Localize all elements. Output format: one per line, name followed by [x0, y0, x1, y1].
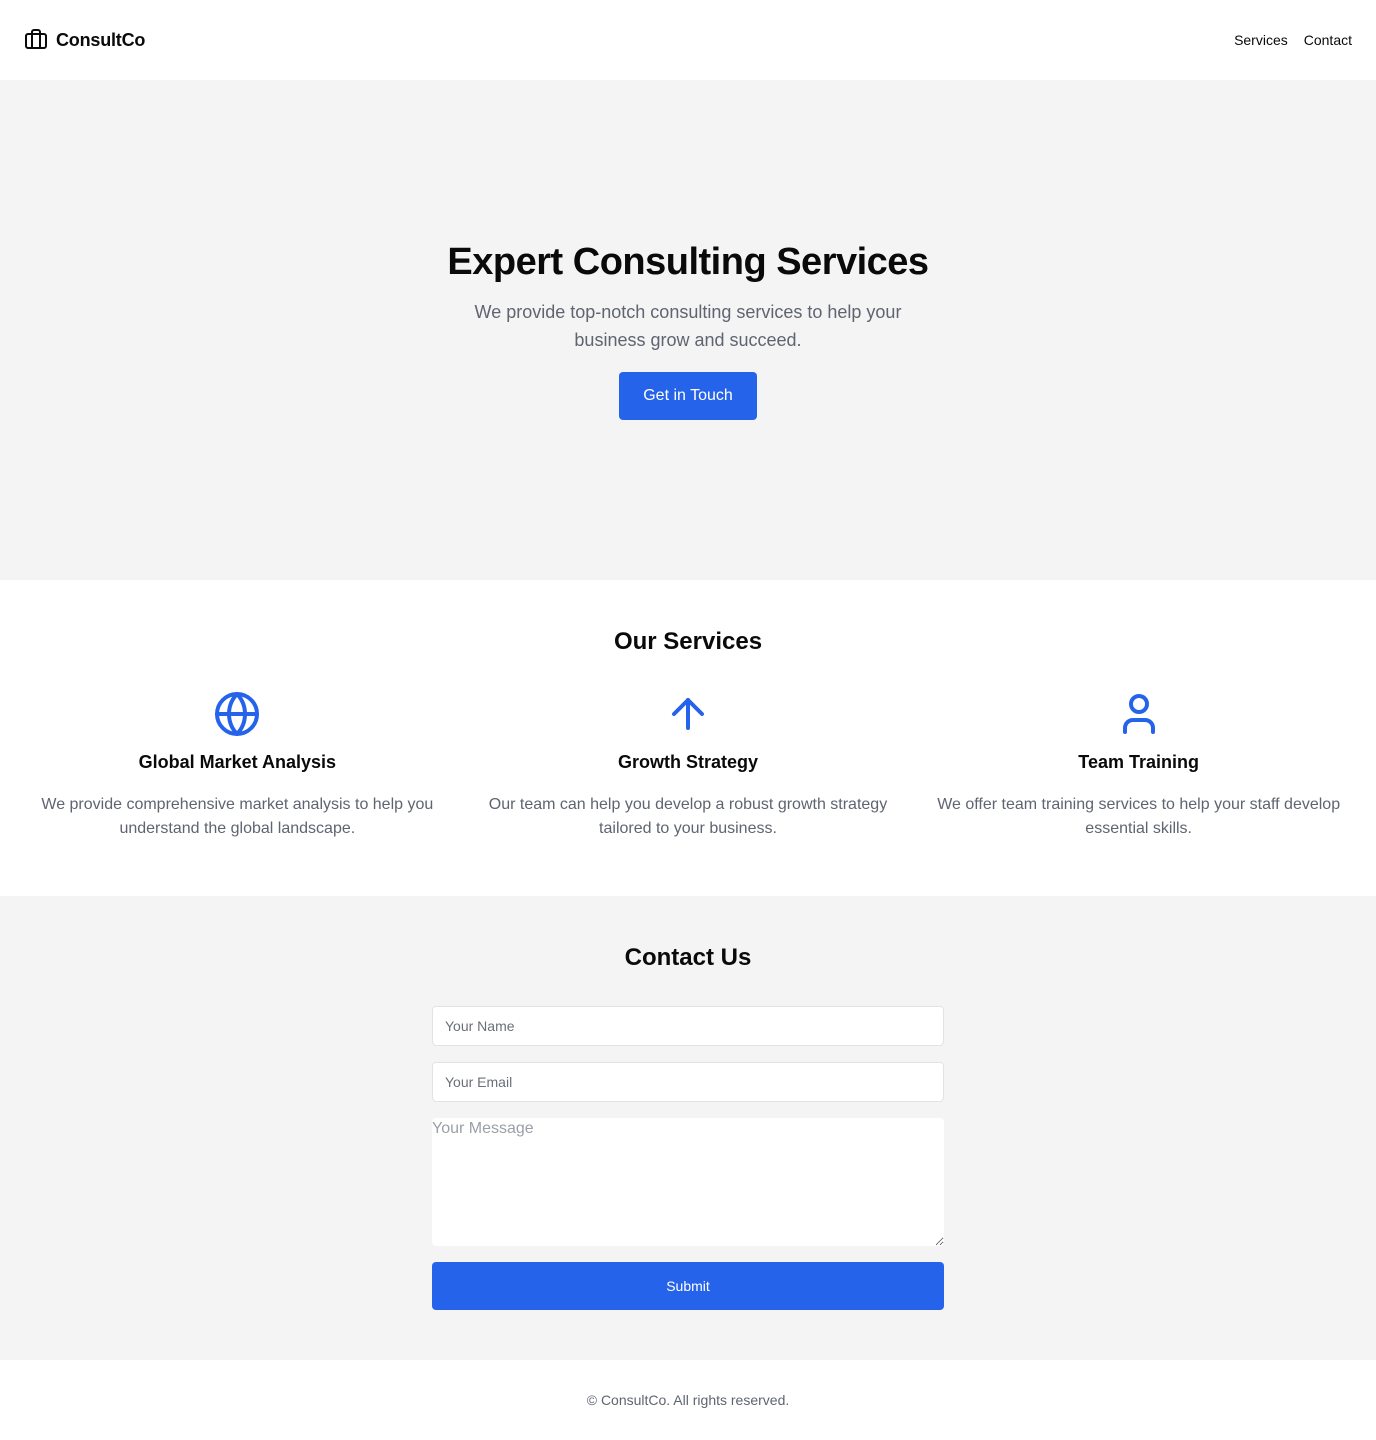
hero-section: Expert Consulting Services We provide to…: [0, 80, 1376, 580]
service-card-growth-strategy: Growth Strategy Our team can help you de…: [475, 690, 902, 841]
name-input[interactable]: [432, 1006, 944, 1046]
email-input[interactable]: [432, 1062, 944, 1102]
user-icon: [1115, 690, 1163, 738]
briefcase-icon: [24, 28, 48, 52]
site-footer: © ConsultCo. All rights reserved.: [0, 1360, 1376, 1440]
service-title: Growth Strategy: [617, 752, 758, 772]
services-title: Our Services: [613, 628, 763, 655]
service-title: Team Training: [1078, 752, 1199, 772]
get-in-touch-button[interactable]: Get in Touch: [619, 371, 757, 420]
contact-form: Submit: [432, 1006, 944, 1310]
contact-title: Contact Us: [624, 944, 752, 971]
service-description: We offer team training services to help …: [937, 796, 1341, 837]
hero-subtitle: We provide top-notch consulting services…: [474, 301, 902, 350]
submit-button[interactable]: Submit: [432, 1262, 944, 1310]
service-card-team-training: Team Training We offer team training ser…: [925, 690, 1352, 841]
message-textarea[interactable]: [432, 1118, 944, 1246]
site-header: ConsultCo Services Contact: [0, 0, 1376, 80]
brand-name: ConsultCo: [56, 29, 146, 50]
services-grid: Global Market Analysis We provide compre…: [0, 690, 1376, 841]
main-nav: Services Contact: [1234, 32, 1352, 48]
hero-title: Expert Consulting Services: [447, 240, 929, 283]
contact-section: Contact Us Submit: [0, 896, 1376, 1360]
globe-icon: [213, 690, 261, 738]
service-description: Our team can help you develop a robust g…: [488, 796, 888, 837]
nav-link-services[interactable]: Services: [1234, 32, 1288, 48]
service-title: Global Market Analysis: [138, 752, 337, 772]
service-card-global-market-analysis: Global Market Analysis We provide compre…: [24, 690, 451, 841]
service-description: We provide comprehensive market analysis…: [41, 796, 434, 837]
brand-link[interactable]: ConsultCo: [24, 28, 145, 52]
arrow-up-icon: [664, 690, 712, 738]
services-section: Our Services Global Market Analysis We p…: [0, 580, 1376, 896]
footer-copyright: © ConsultCo. All rights reserved.: [586, 1392, 790, 1408]
nav-link-contact[interactable]: Contact: [1304, 32, 1352, 48]
